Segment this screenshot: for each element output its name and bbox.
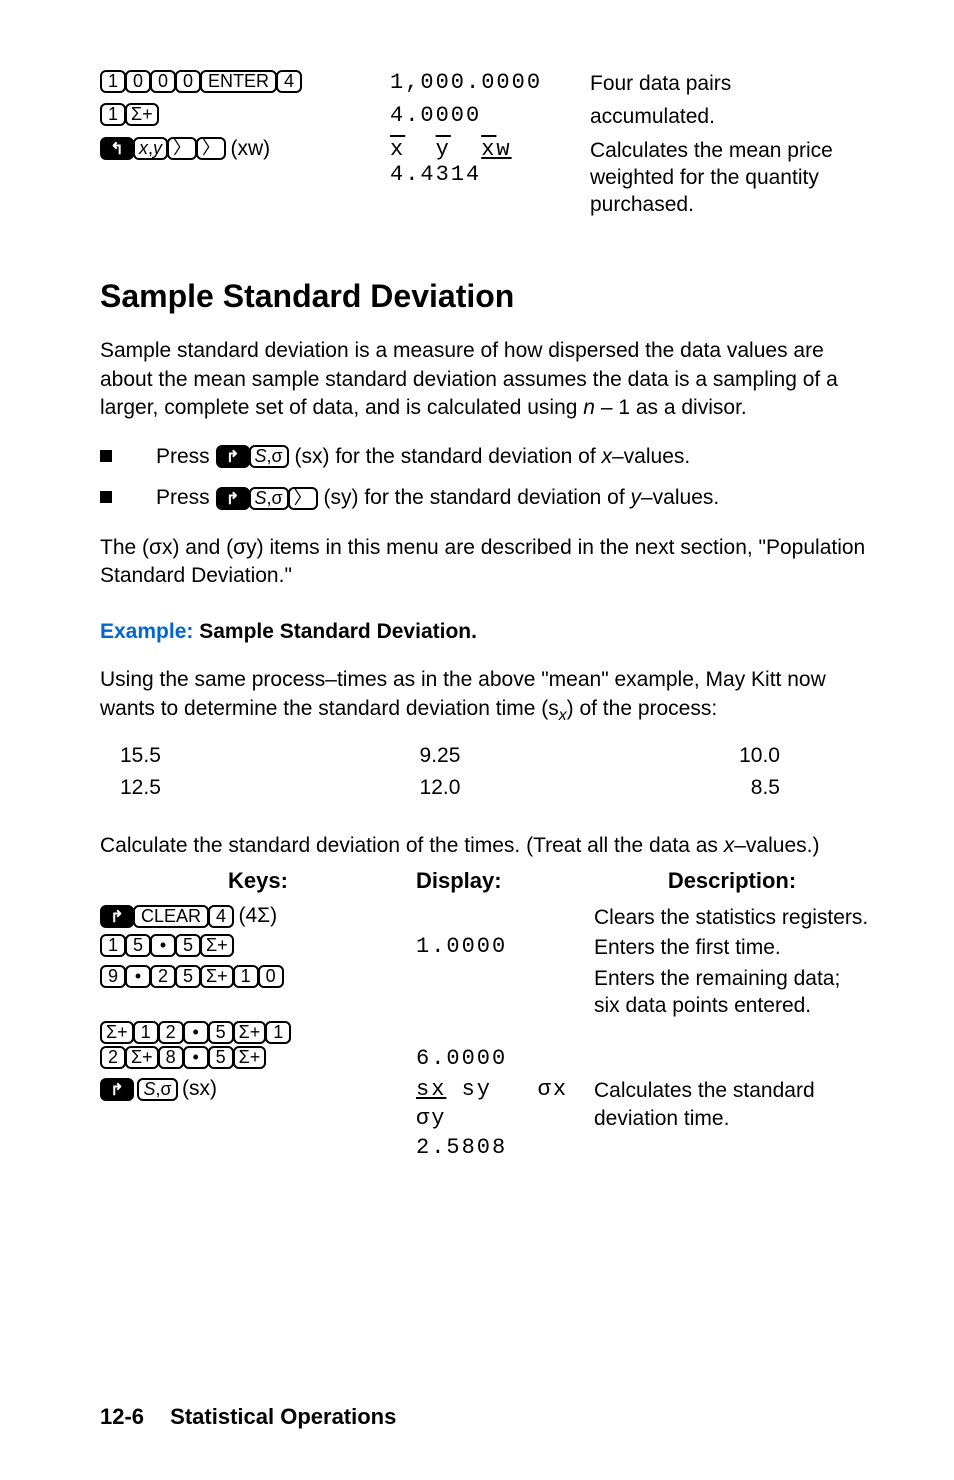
- kdd-r2-keys: 15•5Σ+: [100, 934, 416, 957]
- key-dot: •: [150, 934, 176, 957]
- key-dot: •: [183, 1046, 209, 1069]
- key-2: 2: [150, 965, 176, 988]
- key-s-sigma: S,σ: [249, 445, 289, 468]
- display-row1: 1,000.0000: [390, 70, 542, 95]
- key-arrow-right: 〉: [196, 137, 226, 160]
- key-5: 5: [208, 1021, 234, 1044]
- key-1: 1: [100, 70, 126, 93]
- key-4: 4: [276, 70, 302, 93]
- kdd-r4-keys: 2Σ+8•5Σ+: [100, 1046, 416, 1069]
- key-arrow-right: 〉: [288, 487, 318, 510]
- kdd-header: Keys: Display: Description:: [100, 868, 870, 894]
- key-1: 1: [233, 965, 259, 988]
- key-8: 8: [158, 1046, 184, 1069]
- key-sigma-plus: Σ+: [200, 934, 234, 957]
- key-dot: •: [125, 965, 151, 988]
- key-shift-right: [216, 487, 250, 510]
- key-arrow-right: 〉: [167, 137, 197, 160]
- display-row3a: x y xw: [390, 137, 512, 162]
- example-heading: Example: Sample Standard Deviation.: [100, 620, 870, 644]
- kdd-r3a-keys: 9•25Σ+10: [100, 965, 416, 988]
- kdd-h-display: Display:: [416, 868, 594, 894]
- grid-r2c3: 8.5: [567, 776, 780, 800]
- key-0: 0: [150, 70, 176, 93]
- key-5: 5: [125, 934, 151, 957]
- desc-row3: Calculates the mean price weighted for t…: [590, 137, 870, 219]
- footer-chapter-title: Statistical Operations: [170, 1404, 396, 1429]
- key-1: 1: [100, 103, 126, 126]
- grid-r2c2: 12.0: [333, 776, 546, 800]
- key-xbar-ybar: x,y: [133, 137, 168, 160]
- top-keys-row3: x,y〉〉 (xw): [100, 137, 390, 161]
- para-population-ref: The (σx) and (σy) items in this menu are…: [100, 534, 870, 591]
- grid-r1c2: 9.25: [333, 744, 546, 768]
- key-clear: CLEAR: [133, 905, 209, 928]
- key-4: 4: [208, 905, 234, 928]
- key-5: 5: [175, 965, 201, 988]
- key-2: 2: [158, 1021, 184, 1044]
- kdd-r4-disp: 6.0000: [416, 1046, 594, 1071]
- key-shift-right: [216, 445, 250, 468]
- desc-row2: accumulated.: [590, 103, 870, 130]
- bullet-sy: Press S,σ〉 (sy) for the standard deviati…: [100, 482, 870, 514]
- key-5: 5: [208, 1046, 234, 1069]
- section-heading: Sample Standard Deviation: [100, 278, 870, 315]
- bullet-sx: Press S,σ (sx) for the standard deviatio…: [100, 441, 870, 473]
- key-0: 0: [175, 70, 201, 93]
- key-1: 1: [100, 934, 126, 957]
- key-1: 1: [265, 1021, 291, 1044]
- key-dot: •: [183, 1021, 209, 1044]
- key-9: 9: [100, 965, 126, 988]
- kdd-h-keys: Keys:: [100, 868, 416, 894]
- para-example-intro: Using the same process–times as in the a…: [100, 666, 870, 726]
- page-footer: 12-6 Statistical Operations: [100, 1404, 396, 1430]
- key-s-sigma: S,σ: [249, 487, 289, 510]
- key-0: 0: [258, 965, 284, 988]
- top-keys-row2: 1Σ+: [100, 103, 390, 126]
- key-sigma-plus: Σ+: [125, 103, 159, 126]
- key-shift-right: [100, 905, 134, 928]
- kdd-r5-desc: Calculates the standard deviation time.: [594, 1077, 870, 1132]
- footer-page-number: 12-6: [100, 1404, 144, 1429]
- key-sigma-plus: Σ+: [233, 1046, 267, 1069]
- key-sigma-plus: Σ+: [100, 1021, 134, 1044]
- grid-r1c1: 15.5: [120, 744, 333, 768]
- kdd-h-desc: Description:: [594, 868, 870, 894]
- top-keys-row1: 1000ENTER4: [100, 70, 390, 93]
- para-treat-as-x: Calculate the standard deviation of the …: [100, 832, 870, 860]
- para-sample-sd: Sample standard deviation is a measure o…: [100, 337, 870, 422]
- key-sigma-plus: Σ+: [233, 1021, 267, 1044]
- kdd-r2-desc: Enters the first time.: [594, 934, 870, 961]
- key-sigma-plus: Σ+: [125, 1046, 159, 1069]
- key-0: 0: [125, 70, 151, 93]
- key-shift-left: [100, 137, 134, 160]
- kdd-r3-desc: Enters the remaining data; six data poin…: [594, 965, 870, 1020]
- key-shift-right: [100, 1078, 134, 1101]
- grid-r1c3: 10.0: [567, 744, 780, 768]
- kdd-r5-disp1: sx sy σx: [416, 1077, 594, 1102]
- desc-row1: Four data pairs: [590, 70, 870, 97]
- kdd-r1-keys: CLEAR4 (4Σ): [100, 904, 416, 928]
- key-5: 5: [175, 934, 201, 957]
- key-2: 2: [100, 1046, 126, 1069]
- key-sigma-plus: Σ+: [200, 965, 234, 988]
- kdd-r1-desc: Clears the statistics registers.: [594, 904, 870, 931]
- kdd-r5-keys: S,σ (sx): [100, 1077, 416, 1101]
- display-row2: 4.0000: [390, 103, 481, 128]
- key-s-sigma: S,σ: [137, 1078, 177, 1101]
- data-values-grid: 15.5 12.5 9.25 12.0 10.0 8.5: [100, 744, 870, 808]
- key-1: 1: [133, 1021, 159, 1044]
- kdd-r5-disp3: 2.5808: [416, 1135, 594, 1160]
- kdd-r2-disp: 1.0000: [416, 934, 594, 959]
- display-row3b: 4.4314: [390, 162, 481, 187]
- grid-r2c1: 12.5: [120, 776, 333, 800]
- kdd-r5-disp2: σy: [416, 1106, 594, 1131]
- key-enter: ENTER: [200, 70, 277, 93]
- kdd-r3b-keys: Σ+12•5Σ+1: [100, 1021, 416, 1044]
